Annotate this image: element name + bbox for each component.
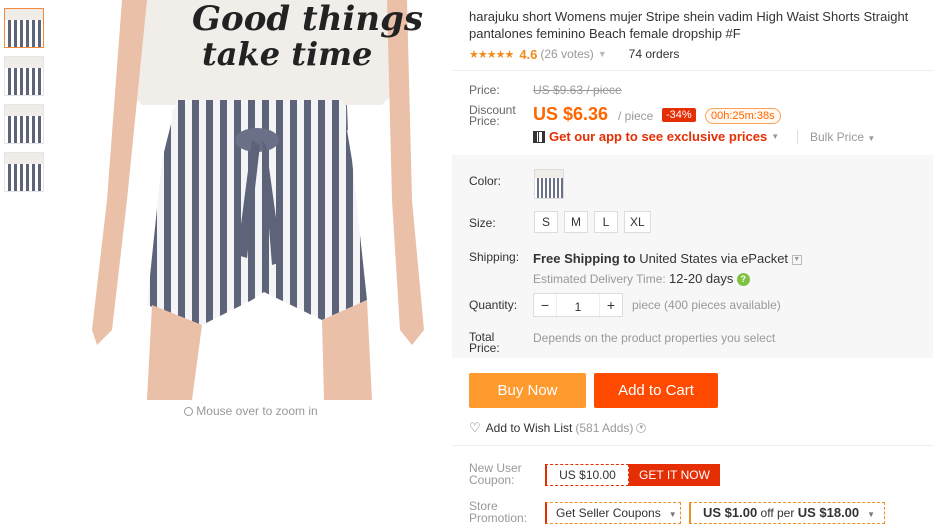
discount-badge: -34% (662, 108, 696, 122)
size-option[interactable]: L (594, 211, 618, 233)
color-swatch[interactable] (534, 169, 564, 199)
quantity-label: Quantity: (469, 298, 518, 312)
color-label: Color: (469, 174, 502, 188)
shipping-info[interactable]: Free Shipping to United States via ePack… (533, 251, 802, 266)
shirt-text: Good things (192, 0, 423, 39)
magnifier-icon (184, 407, 194, 416)
price-label: Price: (469, 83, 500, 97)
chevron-down-icon: ▼ (771, 132, 780, 141)
buy-now-button[interactable]: Buy Now (469, 373, 586, 408)
shirt-text: take time (202, 35, 372, 73)
size-option[interactable]: M (564, 211, 588, 233)
chevron-down-icon[interactable]: ▼ (598, 49, 607, 59)
per-piece: / piece (618, 109, 654, 123)
decrease-button[interactable]: − (534, 294, 556, 316)
store-promotion-label: Promotion: (469, 511, 528, 525)
thumbnail[interactable] (4, 56, 44, 96)
thumbnail[interactable] (4, 152, 44, 192)
heart-icon: ♡ (469, 420, 481, 435)
price-section: Price: US $9.63 / piece Discount Price: … (452, 70, 933, 148)
shipping-label: Shipping: (469, 250, 520, 264)
add-to-wish-list[interactable]: ♡ Add to Wish List (581 Adds) ▼ (469, 420, 647, 436)
quantity-input[interactable]: 1 (556, 294, 600, 316)
size-option[interactable]: XL (624, 211, 651, 233)
qr-code-icon (533, 130, 545, 143)
add-to-cart-button[interactable]: Add to Cart (594, 373, 718, 408)
votes-count[interactable]: (26 votes) (540, 47, 593, 61)
seller-coupons-button[interactable]: Get Seller Coupons ▼ (545, 502, 681, 524)
store-deal-dropdown[interactable]: US $1.00 off per US $18.00 ▼ (689, 502, 885, 524)
total-price-label: Price: (469, 341, 500, 355)
estimated-delivery: Estimated Delivery Time: 12-20 days ? (533, 271, 750, 287)
coupons-section: New User Coupon: US $10.00 GET IT NOW St… (452, 445, 933, 526)
get-it-now-button[interactable]: GET IT NOW (629, 464, 720, 486)
chevron-down-icon[interactable]: ▼ (636, 423, 647, 433)
app-promo-link[interactable]: Get our app to see exclusive prices ▼ (533, 129, 779, 144)
options-section: Color: Size: S M L XL Shipping: Free Shi… (452, 155, 933, 358)
size-label: Size: (469, 216, 496, 230)
bulk-price-dropdown[interactable]: Bulk Price ▼ (797, 130, 875, 144)
product-title: harajuku short Womens mujer Stripe shein… (469, 9, 909, 41)
zoom-hint: Mouse over to zoom in (52, 404, 450, 418)
orders-count: 74 orders (628, 47, 680, 61)
original-price: US $9.63 / piece (533, 83, 622, 97)
thumbnail-list (4, 8, 46, 200)
size-options: S M L XL (534, 211, 651, 233)
main-product-image[interactable]: Good things take time (52, 0, 450, 400)
countdown-timer: 00h:25m:38s (705, 108, 781, 124)
quantity-available: piece (400 pieces available) (632, 298, 781, 312)
quantity-stepper: − 1 + (533, 293, 623, 317)
wish-count: (581 Adds) (575, 421, 634, 435)
chevron-down-icon[interactable]: ▼ (791, 254, 802, 265)
discount-label: Price: (469, 114, 500, 128)
new-user-coupon-amount: US $10.00 (545, 464, 629, 486)
discount-price: US $6.36 (533, 104, 609, 124)
star-rating-icon: ★★★★★ (469, 48, 514, 61)
thumbnail[interactable] (4, 8, 44, 48)
total-price-note: Depends on the product properties you se… (533, 331, 776, 345)
size-option[interactable]: S (534, 211, 558, 233)
thumbnail[interactable] (4, 104, 44, 144)
rating-value[interactable]: 4.6 (519, 47, 537, 62)
rating-row: ★★★★★ 4.6 (26 votes) ▼ 74 orders (469, 46, 933, 62)
product-info: harajuku short Womens mujer Stripe shein… (469, 0, 933, 62)
increase-button[interactable]: + (600, 294, 622, 316)
product-page: Good things take time Mouse over to zoom… (0, 0, 933, 526)
help-icon[interactable]: ? (736, 273, 750, 287)
new-user-coupon-label: Coupon: (469, 473, 515, 487)
